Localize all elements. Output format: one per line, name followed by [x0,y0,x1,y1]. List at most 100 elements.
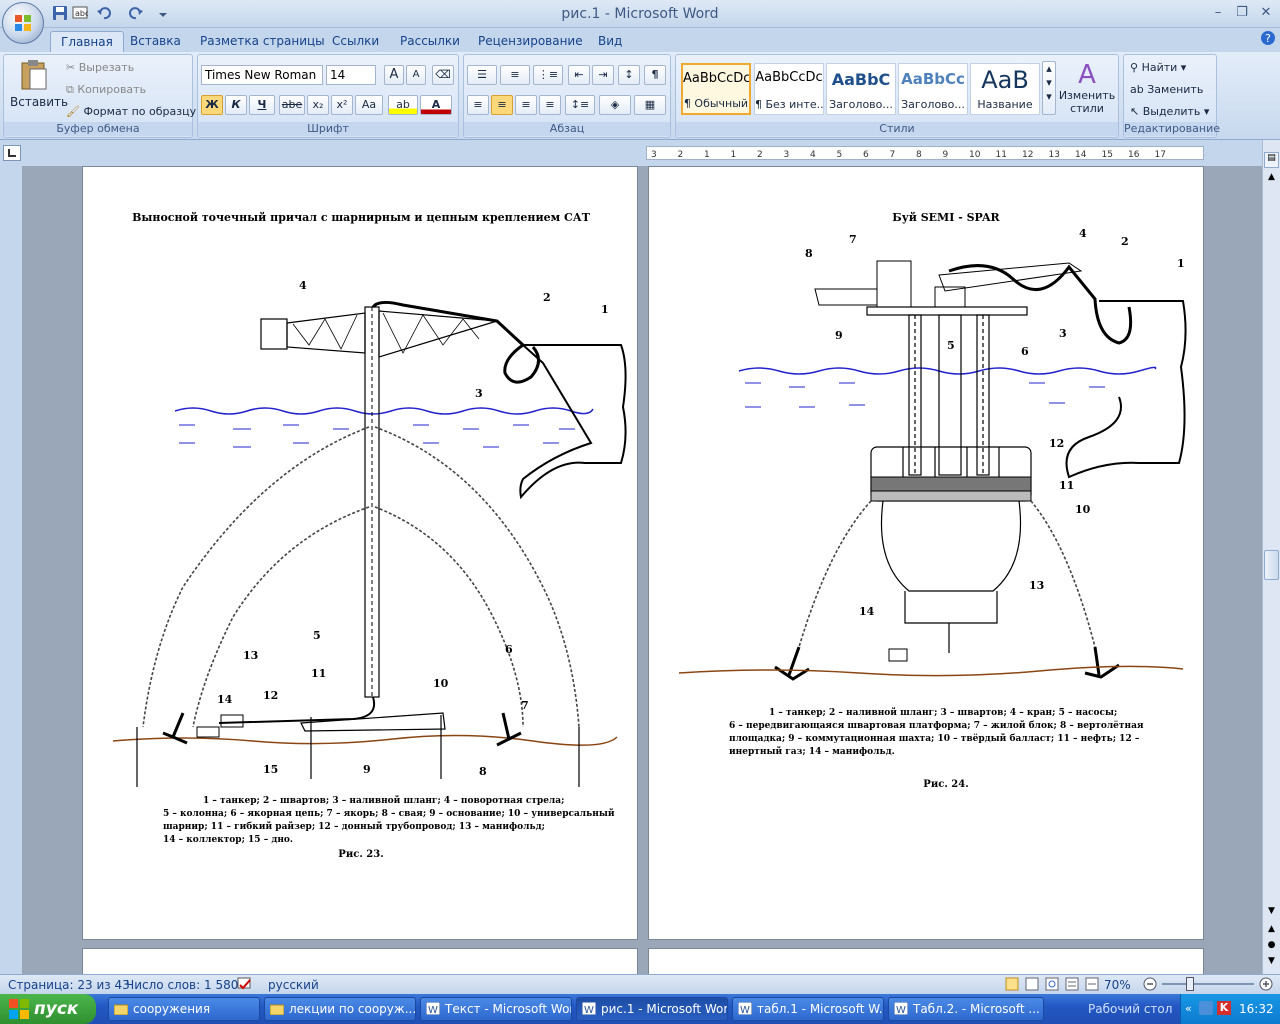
line-spacing-icon[interactable]: ↕≡ [565,95,595,115]
font-group: Times New Roman 14 A A ⌫ Ж К Ч abe x₂ x²… [197,54,459,138]
start-button[interactable]: пуск [0,994,96,1024]
tab-home[interactable]: Главная [50,31,124,52]
page-left[interactable]: Выносной точечный причал с шарнирным и ц… [82,166,638,940]
view-draft-icon[interactable] [1084,976,1100,995]
subscript-button[interactable]: x₂ [307,95,329,115]
find-button[interactable]: ⚲ Найти ▾ [1130,61,1186,74]
numbering-icon[interactable]: ≡ [500,65,530,85]
tab-page-layout[interactable]: Разметка страницы [190,31,335,52]
close-button[interactable]: ✕ [1254,4,1278,22]
restore-button[interactable]: ❐ [1230,4,1254,22]
underline-button[interactable]: Ч [249,95,275,115]
office-button[interactable] [2,2,44,44]
tab-insert[interactable]: Вставка [120,31,191,52]
format-painter-button[interactable]: 🖌 Формат по образцу [66,105,196,118]
view-outline-icon[interactable] [1064,976,1080,995]
desktop-toolbar-label[interactable]: Рабочий стол [1088,1002,1172,1016]
task-word-text[interactable]: W Текст - Microsoft Word [420,997,572,1021]
network-icon[interactable] [1199,1001,1213,1015]
show-marks-button[interactable]: ¶ [644,65,666,85]
font-size-select[interactable]: 14 [326,65,376,85]
style-heading2[interactable]: AaBbCc Заголово... [898,63,968,115]
task-folder-lectures[interactable]: лекции по сооруж... [264,997,416,1021]
align-right-icon[interactable]: ≡ [515,95,537,115]
vertical-ruler[interactable] [0,166,22,974]
scroll-up-icon[interactable]: ▲ [1264,172,1279,186]
scroll-thumb[interactable] [1264,550,1279,580]
superscript-button[interactable]: x² [331,95,353,115]
select-button[interactable]: ↖ Выделить ▾ [1130,105,1209,118]
vertical-scrollbar[interactable]: ▤ ▲ ▼ ▲ ● ▼ [1262,140,1280,974]
sort-icon[interactable]: ↕ [618,65,640,85]
italic-button[interactable]: К [225,95,247,115]
page-right[interactable]: Буй SEMI - SPAR 7 4 2 8 1 9 3 5 6 12 11 … [648,166,1204,940]
editing-group: ⚲ Найти ▾ ab Заменить ↖ Выделить ▾ Редак… [1123,54,1220,138]
replace-button[interactable]: ab Заменить [1130,83,1203,96]
horizontal-ruler[interactable]: 3 2 1 1 2 3 4 5 6 7 8 9 10 11 12 13 14 15 16 17 [646,146,1204,160]
styles-scroll-icon[interactable]: ▴ ▾ ▾ [1042,61,1056,115]
font-family-select[interactable]: Times New Roman [201,65,323,85]
change-case-button[interactable]: Aa [355,95,383,115]
tab-view[interactable]: Вид [588,31,632,52]
tab-selector-button[interactable] [3,145,21,161]
style-normal[interactable]: AaBbCcDc ¶ Обычный [681,63,751,115]
tab-mailings[interactable]: Рассылки [390,31,470,52]
tray-expand-icon[interactable]: « [1185,1002,1192,1015]
task-folder-structures[interactable]: сооружения [108,997,260,1021]
change-styles-button[interactable]: A Изменить стили [1058,61,1116,121]
font-color-icon[interactable]: A [420,95,452,115]
justify-icon[interactable]: ≡ [539,95,561,115]
style-no-spacing[interactable]: AaBbCcDc ¶ Без инте... [754,63,824,115]
p2-label-6: 6 [1021,345,1029,358]
task-word-fig1[interactable]: W рис.1 - Microsoft Word [576,997,728,1021]
previous-page-icon[interactable]: ▲ [1264,924,1279,938]
align-left-icon[interactable]: ≡ [467,95,489,115]
zoom-in-icon[interactable] [1258,976,1274,995]
ruler-tick-label: 9 [943,150,949,159]
view-full-screen-icon[interactable] [1024,976,1040,995]
style-heading1[interactable]: AaBbC Заголово... [826,63,896,115]
task-word-table2[interactable]: W Табл.2. - Microsoft ... [888,997,1044,1021]
view-web-icon[interactable] [1044,976,1060,995]
tab-references[interactable]: Ссылки [322,31,389,52]
proofing-icon[interactable] [236,976,254,995]
align-center-icon[interactable]: ≡ [491,95,513,115]
increase-indent-icon[interactable]: ⇥ [592,65,614,85]
decrease-indent-icon[interactable]: ⇤ [568,65,590,85]
clear-format-icon[interactable]: ⌫ [432,65,454,85]
zoom-out-icon[interactable] [1142,976,1158,995]
minimize-button[interactable]: – [1206,4,1230,22]
help-icon[interactable]: ? [1256,30,1280,48]
bullets-icon[interactable]: ☰ [467,65,497,85]
scroll-down-icon[interactable]: ▼ [1264,906,1279,920]
tab-review[interactable]: Рецензирование [468,31,593,52]
zoom-slider[interactable] [1162,983,1254,985]
borders-icon[interactable]: ▦ [634,95,666,115]
highlight-icon[interactable]: ab [388,95,418,115]
zoom-slider-thumb[interactable] [1186,977,1194,991]
view-print-layout-icon[interactable] [1004,976,1020,995]
ruler-toggle-icon[interactable]: ▤ [1264,152,1279,168]
bold-button[interactable]: Ж [201,95,223,115]
clock[interactable]: 16:32 [1239,1002,1274,1016]
ruler-tick-label: 3 [784,150,790,159]
word-count[interactable]: Число слов: 1 580 [126,978,238,992]
grow-font-button[interactable]: A [384,65,404,85]
page-count[interactable]: Страница: 23 из 43 [8,978,130,992]
copy-button[interactable]: ⧉ Копировать [66,83,146,97]
ruler-tick-label: 1 [731,150,737,159]
multilevel-list-icon[interactable]: ⋮≡ [533,65,563,85]
paste-button[interactable]: Вставить [8,57,68,121]
shrink-font-button[interactable]: A [406,65,426,85]
antivirus-icon[interactable]: K [1217,1001,1231,1015]
browse-object-icon[interactable]: ● [1264,940,1279,954]
task-word-table1[interactable]: W табл.1 - Microsoft W... [732,997,884,1021]
task-label: рис.1 - Microsoft Word [601,1002,728,1016]
zoom-level[interactable]: 70% [1104,978,1131,992]
strikethrough-button[interactable]: abe [279,95,305,115]
cut-button[interactable]: ✂ Вырезать [66,61,134,74]
next-page-icon[interactable]: ▼ [1264,956,1279,970]
shading-icon[interactable]: ◈ [599,95,631,115]
style-title[interactable]: AaB Название [970,63,1040,115]
language[interactable]: русский [268,978,319,992]
